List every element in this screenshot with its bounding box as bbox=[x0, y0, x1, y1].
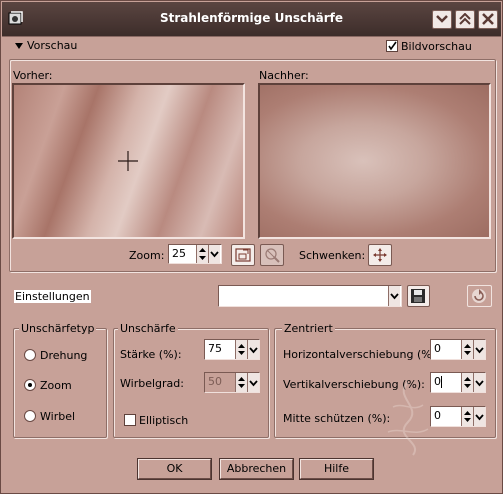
radio-wirbel[interactable] bbox=[24, 410, 36, 422]
bildvorschau-label: Bildvorschau bbox=[401, 40, 472, 53]
h-offset-dropdown[interactable] bbox=[473, 340, 485, 359]
twirl-field[interactable]: 50 bbox=[204, 372, 260, 393]
v-offset-spinner[interactable] bbox=[461, 373, 473, 392]
strength-spinner[interactable] bbox=[235, 340, 247, 359]
radio-zoom-label: Zoom bbox=[40, 379, 72, 392]
dialog-window: Strahlenförmige Unschärfe Vorschau Bildv… bbox=[0, 0, 503, 494]
chevron-up-icon bbox=[459, 13, 471, 25]
h-offset-value: 0 bbox=[434, 342, 441, 355]
spin-arrows-icon bbox=[464, 411, 471, 422]
radio-drehung[interactable] bbox=[24, 349, 36, 361]
h-offset-label: Horizontalverschiebung (%): bbox=[283, 348, 440, 361]
elliptical-label: Elliptisch bbox=[139, 414, 189, 427]
move-icon bbox=[373, 248, 387, 262]
radio-drehung-label: Drehung bbox=[40, 349, 88, 362]
after-label: Nachher: bbox=[259, 69, 309, 82]
blur-type-title: Unschärfetyp bbox=[19, 322, 97, 335]
cancel-button[interactable]: Abbrechen bbox=[219, 458, 294, 480]
pan-label: Schwenken: bbox=[299, 249, 366, 262]
close-button[interactable] bbox=[478, 10, 498, 29]
chevron-down-icon bbox=[475, 380, 484, 387]
h-offset-spinner[interactable] bbox=[461, 340, 473, 359]
close-icon bbox=[482, 13, 494, 25]
twirl-dropdown[interactable] bbox=[247, 373, 259, 392]
window-title: Strahlenförmige Unschärfe bbox=[159, 11, 344, 25]
zoom-value: 25 bbox=[172, 247, 186, 260]
strength-field[interactable]: 75 bbox=[204, 339, 260, 360]
watermark-flourish-icon bbox=[387, 381, 429, 456]
ok-button[interactable]: OK bbox=[137, 458, 212, 480]
twirl-label: Wirbelgrad: bbox=[120, 377, 184, 390]
radio-zoom[interactable] bbox=[24, 379, 36, 391]
checkmark-icon bbox=[388, 41, 397, 51]
reset-icon bbox=[472, 289, 486, 303]
help-down-button[interactable] bbox=[432, 10, 452, 29]
reset-button[interactable] bbox=[467, 285, 492, 307]
preview-toggle[interactable]: Vorschau bbox=[15, 39, 77, 52]
zoom-to-fit-button[interactable] bbox=[231, 244, 255, 266]
spin-arrows-icon bbox=[464, 377, 471, 388]
no-zoom-icon bbox=[265, 248, 280, 263]
before-label: Vorher: bbox=[13, 69, 53, 82]
crosshair-icon bbox=[118, 151, 138, 171]
center-title: Zentriert bbox=[282, 322, 335, 335]
after-preview bbox=[258, 83, 491, 239]
preset-dropdown[interactable] bbox=[388, 286, 400, 306]
spin-arrows-icon bbox=[464, 344, 471, 355]
chevron-down-icon bbox=[210, 251, 219, 258]
triangle-down-icon bbox=[15, 43, 23, 49]
twirl-spinner[interactable] bbox=[235, 373, 247, 392]
save-icon bbox=[411, 289, 425, 303]
bildvorschau-checkbox[interactable] bbox=[386, 40, 398, 52]
save-preset-button[interactable] bbox=[407, 285, 430, 307]
maximize-button[interactable] bbox=[455, 10, 475, 29]
preview-toggle-label: Vorschau bbox=[27, 39, 78, 52]
chevron-down-icon bbox=[475, 414, 484, 421]
pan-button[interactable] bbox=[368, 244, 392, 266]
chevron-down-icon bbox=[249, 380, 258, 387]
protect-center-dropdown[interactable] bbox=[473, 407, 485, 426]
strength-value: 75 bbox=[208, 342, 222, 355]
preset-field[interactable] bbox=[218, 285, 402, 307]
chevron-down-icon bbox=[475, 347, 484, 354]
blur-title: Unschärfe bbox=[118, 322, 178, 335]
protect-center-spinner[interactable] bbox=[461, 407, 473, 426]
elliptical-checkbox[interactable] bbox=[124, 414, 136, 426]
before-preview[interactable] bbox=[12, 83, 245, 239]
chevron-down-icon bbox=[390, 293, 399, 300]
zoom-disabled-button[interactable] bbox=[260, 244, 284, 266]
v-offset-dropdown[interactable] bbox=[473, 373, 485, 392]
settings-label: Einstellungen bbox=[14, 290, 91, 303]
spin-arrows-icon bbox=[199, 248, 206, 260]
zoom-field[interactable]: 25 bbox=[168, 244, 222, 264]
help-button[interactable]: Hilfe bbox=[299, 458, 374, 480]
zoom-spinner[interactable] bbox=[196, 245, 208, 263]
twirl-value: 50 bbox=[208, 375, 222, 388]
spin-arrows-icon bbox=[238, 344, 245, 355]
radio-wirbel-label: Wirbel bbox=[40, 410, 76, 423]
h-offset-field[interactable]: 0 bbox=[430, 339, 486, 360]
strength-label: Stärke (%): bbox=[120, 348, 182, 361]
zoom-label: Zoom: bbox=[129, 249, 165, 262]
title-bar[interactable]: Strahlenförmige Unschärfe bbox=[2, 2, 501, 37]
zoom-fit-icon bbox=[235, 248, 251, 262]
chevron-down-icon bbox=[249, 347, 258, 354]
spin-arrows-icon bbox=[238, 377, 245, 388]
chevron-down-icon bbox=[436, 15, 448, 23]
zoom-dropdown[interactable] bbox=[208, 245, 220, 263]
strength-dropdown[interactable] bbox=[247, 340, 259, 359]
